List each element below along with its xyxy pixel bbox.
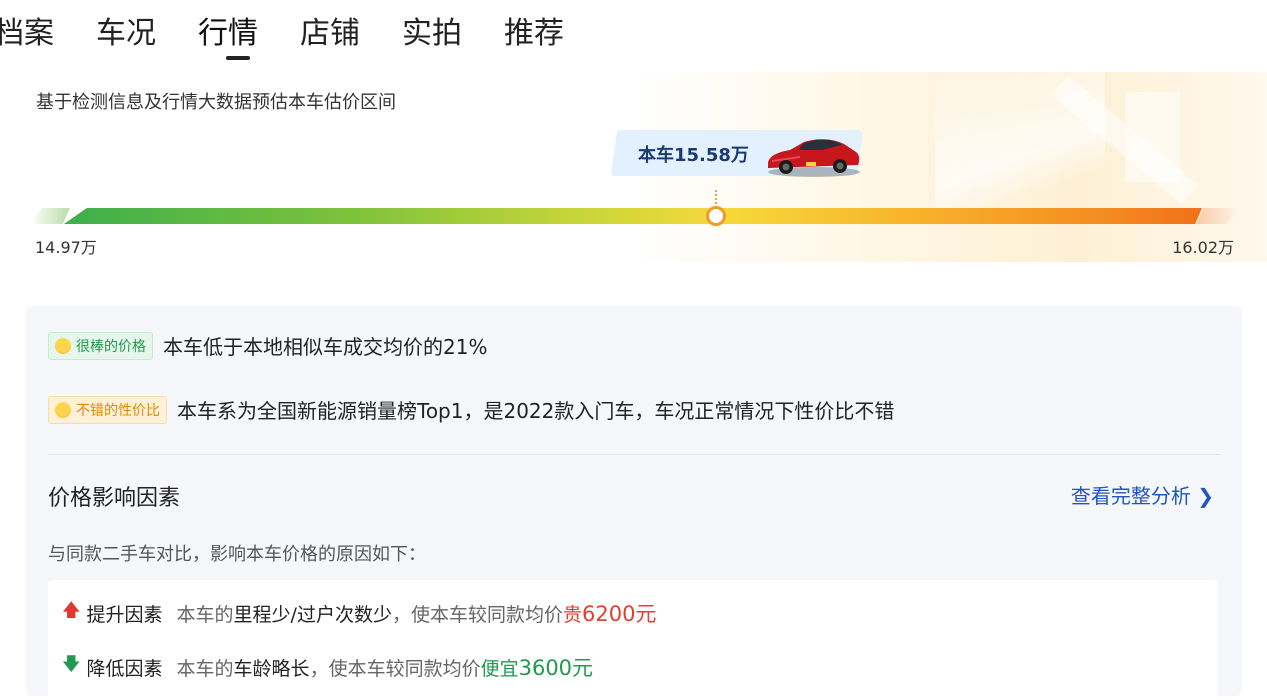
factor-list: 🡅 提升因素 本车的 里程少/过户次数少 ，使本车较同款均价 贵 6200元 🡇… xyxy=(48,580,1218,700)
price-estimate-subtitle: 基于检测信息及行情大数据预估本车估价区间 xyxy=(36,92,396,113)
factor-down-label: 降低因素 xyxy=(86,657,163,680)
price-estimate-section: 基于检测信息及行情大数据预估本车估价区间 本车15.58万 14.97万 16.… xyxy=(0,72,1267,262)
tab-store[interactable]: 店铺 xyxy=(300,14,360,60)
good-value-badge: 不错的性价比 xyxy=(48,395,167,424)
great-price-badge: 很棒的价格 xyxy=(48,331,153,360)
tab-recommend[interactable]: 推荐 xyxy=(504,14,564,60)
great-price-text: 本车低于本地相似车成交均价的21% xyxy=(163,335,488,359)
factor-up-reason: 里程少/过户次数少 xyxy=(233,603,392,626)
price-factors-description: 与同款二手车对比，影响本车价格的原因如下： xyxy=(48,544,426,565)
car-icon xyxy=(768,139,860,177)
divider xyxy=(48,454,1220,455)
price-bar-right-tip xyxy=(1196,208,1240,224)
price-bar-gradient xyxy=(64,208,1202,224)
factor-down-middle: ，使本车较同款均价 xyxy=(309,657,481,680)
factor-down-row: 🡇 降低因素 本车的 车龄略长 ，使本车较同款均价 便宜 3600元 xyxy=(62,652,593,682)
current-price-marker xyxy=(706,206,726,226)
tab-market-label: 行情 xyxy=(198,16,258,51)
factor-down-reason: 车龄略长 xyxy=(233,657,310,680)
factor-up-row: 🡅 提升因素 本车的 里程少/过户次数少 ，使本车较同款均价 贵 6200元 xyxy=(62,598,656,628)
factor-up-label: 提升因素 xyxy=(86,603,163,626)
arrow-up-icon: 🡅 xyxy=(62,600,81,621)
factor-up-middle: ，使本车较同款均价 xyxy=(391,603,563,626)
star-eyes-emoji-icon xyxy=(55,337,71,354)
great-price-badge-label: 很棒的价格 xyxy=(76,338,146,355)
good-value-text: 本车系为全国新能源销量榜Top1，是2022款入门车，车况正常情况下性价比不错 xyxy=(177,399,895,423)
factor-up-direction: 贵 xyxy=(562,603,582,626)
tab-photos[interactable]: 实拍 xyxy=(402,14,462,60)
tab-condition[interactable]: 车况 xyxy=(96,14,156,60)
top-tab-bar: 档案 车况 行情 店铺 实拍 推荐 xyxy=(0,14,606,60)
current-price-label: 本车15.58万 xyxy=(638,145,749,166)
tab-market[interactable]: 行情 xyxy=(198,14,258,60)
tag-row-great-price: 很棒的价格 本车低于本地相似车成交均价的21% xyxy=(48,331,487,360)
price-range-low: 14.97万 xyxy=(35,238,97,257)
price-range-bar xyxy=(30,208,1242,224)
active-tab-indicator xyxy=(226,56,250,60)
factor-up-amount: 6200元 xyxy=(581,602,657,626)
factor-up-prefix: 本车的 xyxy=(176,603,234,626)
price-range-high: 16.02万 xyxy=(1172,238,1234,257)
price-analysis-panel: 很棒的价格 本车低于本地相似车成交均价的21% 不错的性价比 本车系为全国新能源… xyxy=(26,306,1242,700)
factor-down-direction: 便宜 xyxy=(480,657,519,680)
view-full-analysis-link[interactable]: 查看完整分析 ❯ xyxy=(1071,480,1214,509)
factor-down-prefix: 本车的 xyxy=(176,657,234,680)
price-bar-left-tip xyxy=(30,208,70,224)
arrow-down-icon: 🡇 xyxy=(62,654,81,675)
good-value-badge-label: 不错的性价比 xyxy=(76,402,160,419)
tab-archive[interactable]: 档案 xyxy=(0,14,54,60)
smile-emoji-icon xyxy=(55,401,71,418)
tag-row-good-value: 不错的性价比 本车系为全国新能源销量榜Top1，是2022款入门车，车况正常情况… xyxy=(48,395,894,424)
price-factors-title: 价格影响因素 xyxy=(48,486,181,511)
factor-down-amount: 3600元 xyxy=(518,656,594,680)
background-decoration xyxy=(1125,92,1180,182)
